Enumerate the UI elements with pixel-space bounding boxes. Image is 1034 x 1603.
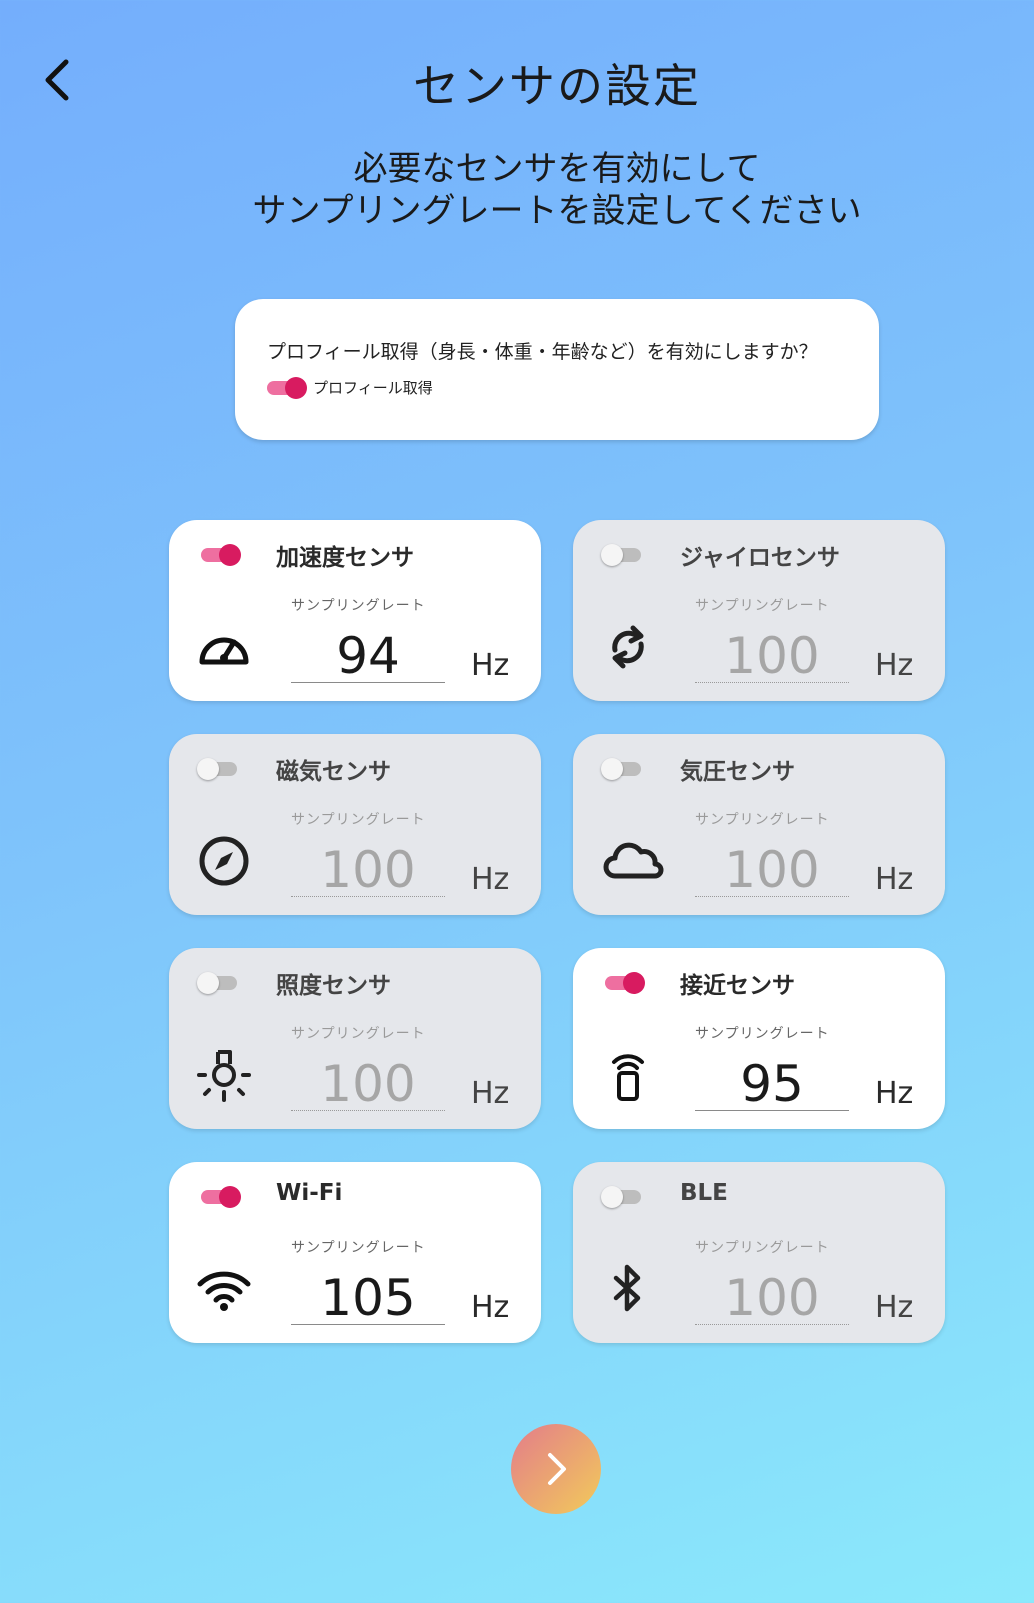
ble-toggle[interactable]	[601, 1186, 641, 1208]
compass-icon	[199, 836, 249, 886]
rotate-icon	[612, 625, 644, 669]
accelerometer-toggle[interactable]	[201, 544, 241, 566]
unit-label: Hz	[471, 648, 510, 683]
sampling-rate-input[interactable]	[291, 1272, 445, 1325]
toggle-knob	[601, 544, 623, 566]
sensor-card-magnetometer: 磁気センサ サンプリングレート Hz	[169, 734, 541, 915]
wifi-toggle[interactable]	[201, 1186, 241, 1208]
sampling-rate-input[interactable]	[695, 844, 849, 897]
magnetometer-toggle[interactable]	[197, 758, 237, 780]
sensor-card-accelerometer: 加速度センサ サンプリングレート Hz	[169, 520, 541, 701]
proximity-icon	[612, 1054, 644, 1101]
toggle-knob	[623, 972, 645, 994]
sampling-rate-label: サンプリングレート	[695, 812, 830, 828]
toggle-knob	[285, 376, 307, 399]
sensor-card-wifi: Wi-Fi サンプリングレート Hz	[169, 1162, 541, 1343]
sensor-name: 加速度センサ	[276, 545, 414, 571]
barometer-toggle[interactable]	[601, 758, 641, 780]
sampling-rate-label: サンプリングレート	[695, 598, 830, 614]
sensor-name: BLE	[680, 1180, 728, 1206]
sampling-rate-input[interactable]	[291, 630, 445, 683]
cloud-icon	[603, 842, 664, 879]
profile-toggle-row: プロフィール取得	[267, 376, 433, 399]
sampling-rate-input[interactable]	[695, 1058, 849, 1111]
sensor-name: 気圧センサ	[680, 759, 795, 785]
unit-label: Hz	[471, 1290, 510, 1325]
instruction-line-1: 必要なセンサを有効にして	[353, 149, 761, 189]
proximity-toggle[interactable]	[605, 972, 645, 994]
sensor-card-light: 照度センサ サンプリングレート Hz	[169, 948, 541, 1129]
toggle-knob	[219, 544, 241, 566]
sensor-card-gyroscope: ジャイロセンサ サンプリングレート Hz	[573, 520, 945, 701]
profile-toggle-label: プロフィール取得	[313, 379, 433, 397]
profile-card: プロフィール取得（身長・体重・年齢など）を有効にしますか？ プロフィール取得	[235, 299, 879, 440]
sampling-rate-label: サンプリングレート	[291, 598, 426, 614]
instruction-line-2: サンプリングレートを設定してください	[252, 191, 862, 231]
profile-toggle[interactable]	[267, 376, 307, 399]
sensor-card-barometer: 気圧センサ サンプリングレート Hz	[573, 734, 945, 915]
unit-label: Hz	[875, 1076, 914, 1111]
sampling-rate-input[interactable]	[291, 844, 445, 897]
unit-label: Hz	[875, 862, 914, 897]
instruction-text: 必要なセンサを有効にして サンプリングレートを設定してください	[0, 148, 1034, 232]
sensor-name: Wi-Fi	[276, 1180, 343, 1206]
profile-question: プロフィール取得（身長・体重・年齢など）を有効にしますか？	[267, 341, 818, 363]
toggle-knob	[197, 758, 219, 780]
sensor-card-proximity: 接近センサ サンプリングレート Hz	[573, 948, 945, 1129]
sampling-rate-input[interactable]	[291, 1058, 445, 1111]
wifi-icon	[197, 1271, 251, 1311]
sensor-name: 磁気センサ	[276, 759, 391, 785]
sensor-name: 接近センサ	[680, 973, 795, 999]
chevron-right-icon	[548, 1453, 566, 1485]
toggle-knob	[219, 1186, 241, 1208]
speedometer-icon	[199, 637, 249, 665]
sensor-name: 照度センサ	[276, 973, 391, 999]
sampling-rate-label: サンプリングレート	[291, 812, 426, 828]
sampling-rate-input[interactable]	[695, 630, 849, 683]
next-button[interactable]	[511, 1424, 601, 1514]
unit-label: Hz	[471, 862, 510, 897]
sampling-rate-label: サンプリングレート	[291, 1240, 426, 1256]
sampling-rate-label: サンプリングレート	[291, 1026, 426, 1042]
toggle-knob	[197, 972, 219, 994]
gyroscope-toggle[interactable]	[601, 544, 641, 566]
sensor-card-ble: BLE サンプリングレート Hz	[573, 1162, 945, 1343]
unit-label: Hz	[875, 1290, 914, 1325]
light-toggle[interactable]	[197, 972, 237, 994]
sampling-rate-input[interactable]	[695, 1272, 849, 1325]
toggle-knob	[601, 758, 623, 780]
sampling-rate-label: サンプリングレート	[695, 1240, 830, 1256]
sensor-name: ジャイロセンサ	[680, 545, 840, 571]
bluetooth-icon	[613, 1264, 641, 1312]
page-title: センサの設定	[413, 59, 701, 113]
toggle-knob	[601, 1186, 623, 1208]
light-bulb-icon	[197, 1050, 251, 1102]
unit-label: Hz	[471, 1076, 510, 1111]
unit-label: Hz	[875, 648, 914, 683]
sampling-rate-label: サンプリングレート	[695, 1026, 830, 1042]
